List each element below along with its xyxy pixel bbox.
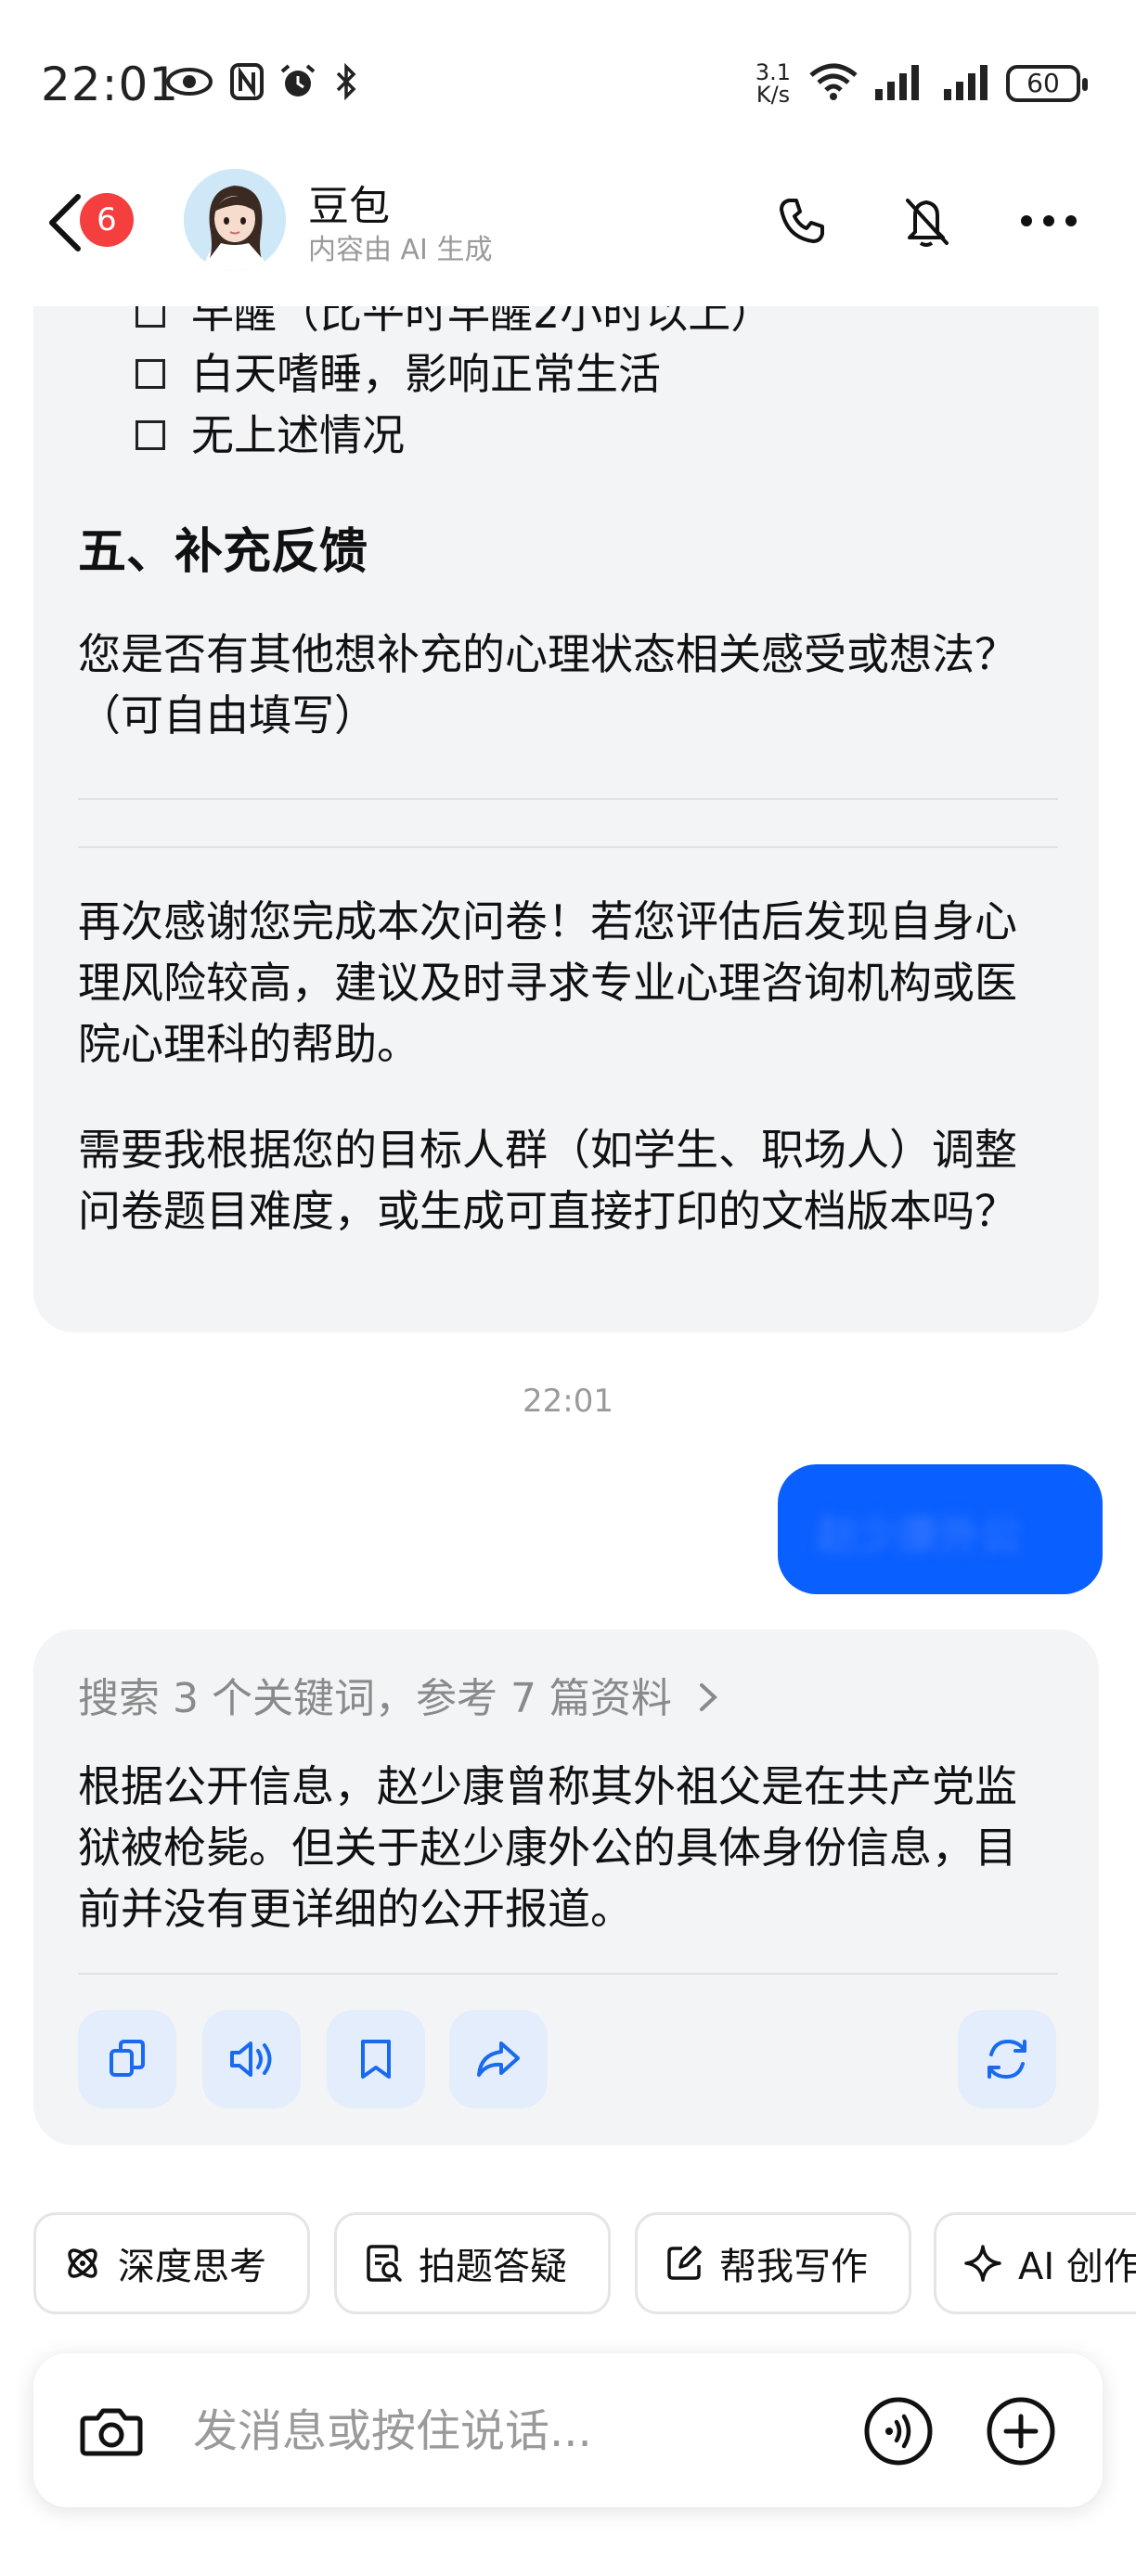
chip-label: AI 创作 — [1018, 2246, 1136, 2288]
camera-icon — [80, 2408, 143, 2456]
bluetooth-icon — [330, 61, 362, 102]
checklist-item[interactable]: 无上述情况 — [136, 405, 405, 466]
voice-input-button[interactable] — [859, 2392, 937, 2470]
chip-photo-question[interactable]: 拍题答疑 — [334, 2212, 611, 2314]
checkbox-icon[interactable] — [136, 358, 165, 389]
speaker-icon — [230, 2041, 272, 2077]
network-speed: 3.1 K/s — [750, 61, 796, 106]
section-divider — [78, 846, 1058, 848]
battery-indicator: 60 — [1006, 65, 1088, 102]
edit-icon — [667, 2246, 702, 2280]
plus-circle-icon — [987, 2397, 1055, 2466]
search-summary: 搜索 3 个关键词，参考 7 篇资料 — [78, 1675, 672, 1722]
answer-divider — [78, 1973, 1058, 1975]
share-icon — [477, 2041, 520, 2077]
checklist-label: 白天嗜睡，影响正常生活 — [191, 349, 661, 399]
answer-line — [78, 798, 1058, 800]
chip-label: 帮我写作 — [719, 2246, 868, 2288]
closing-paragraph: 再次感谢您完成本次问卷！若您评估后发现自身心理风险较高，建议及时寻求专业心理咨询… — [78, 896, 1017, 1069]
checklist-item[interactable]: 白天嗜睡，影响正常生活 — [136, 343, 661, 405]
avatar[interactable] — [184, 169, 286, 271]
checklist-label: 无上述情况 — [191, 410, 405, 460]
photo-search-icon — [367, 2245, 402, 2282]
unread-badge: 6 — [80, 193, 134, 247]
chip-help-write[interactable]: 帮我写作 — [635, 2212, 911, 2314]
more-options-icon[interactable] — [1019, 191, 1078, 251]
section-heading: 五、补充反馈 — [78, 524, 368, 580]
voice-wave-icon — [864, 2397, 933, 2466]
regenerate-icon — [988, 2039, 1026, 2080]
message-timestamp: 22:01 — [523, 1383, 613, 1420]
atom-icon — [68, 2248, 97, 2278]
regenerate-button[interactable] — [958, 2010, 1056, 2108]
chip-label: 深度思考 — [118, 2246, 266, 2288]
question-text: 您是否有其他想补充的心理状态相关感受或想法？（可自由填写） — [78, 629, 1017, 741]
status-time: 22:01 — [41, 58, 180, 111]
eye-icon — [163, 61, 215, 102]
checkbox-icon[interactable] — [136, 419, 165, 450]
copy-button[interactable] — [78, 2010, 176, 2108]
camera-button[interactable] — [72, 2392, 150, 2470]
follow-up-question: 需要我根据您的目标人群（如学生、职场人）调整问卷题目难度，或生成可直接打印的文档… — [78, 1125, 1017, 1236]
signal-2-icon — [941, 61, 993, 102]
chip-label: 拍题答疑 — [419, 2246, 567, 2288]
network-speed-unit: K/s — [755, 82, 791, 108]
mute-icon[interactable] — [897, 191, 956, 251]
signal-1-icon — [872, 61, 924, 102]
sparkle-icon — [964, 2245, 1001, 2282]
phone-call-icon[interactable] — [772, 191, 832, 251]
ai-generated-label: 内容由 AI 生成 — [308, 234, 493, 266]
nfc-icon — [226, 61, 267, 102]
search-sources-link[interactable]: 搜索 3 个关键词，参考 7 篇资料 — [78, 1665, 718, 1724]
copy-icon — [110, 2040, 145, 2077]
chat-header — [0, 158, 1136, 306]
chevron-right-icon — [699, 1683, 717, 1711]
wifi-icon — [806, 61, 861, 102]
chip-ai-create[interactable]: AI 创作 — [934, 2212, 1136, 2314]
read-aloud-button[interactable] — [202, 2010, 301, 2108]
add-attachment-button[interactable] — [982, 2392, 1060, 2470]
bookmark-button[interactable] — [327, 2010, 425, 2108]
bookmark-icon — [361, 2040, 391, 2079]
share-button[interactable] — [449, 2010, 548, 2108]
network-speed-value: 3.1 — [755, 59, 792, 85]
alarm-icon — [277, 61, 319, 102]
bot-name: 豆包 — [308, 183, 390, 230]
message-input[interactable] — [191, 2398, 845, 2465]
user-message-text: 赵少康外公 — [817, 1512, 1021, 1559]
answer-text: 根据公开信息，赵少康曾称其外祖父是在共产党监狱被枪毙。但关于赵少康外公的具体身份… — [78, 1761, 1017, 1934]
chip-deep-thinking[interactable]: 深度思考 — [33, 2212, 310, 2314]
